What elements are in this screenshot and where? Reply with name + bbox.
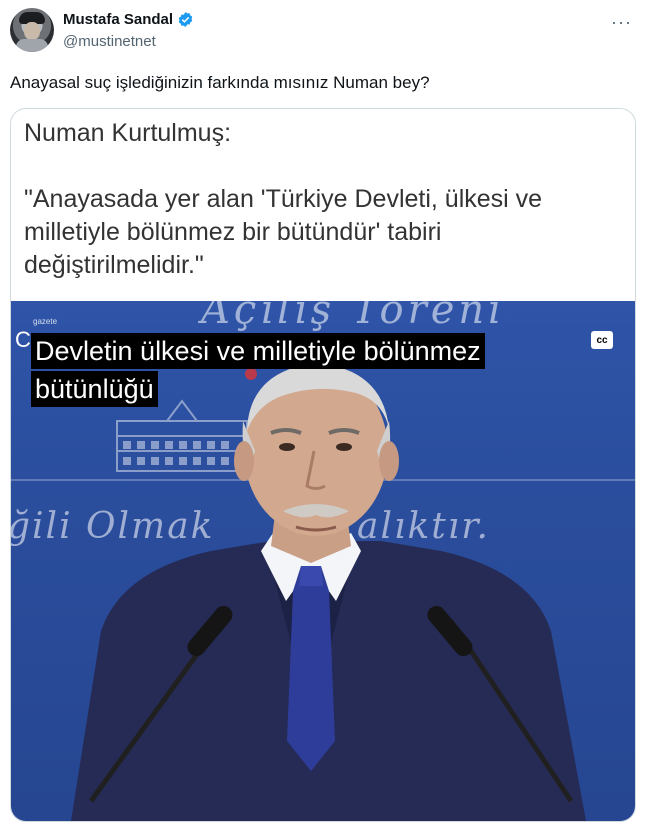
caption-line-1: Devletin ülkesi ve milletiyle bölünmez — [31, 333, 485, 369]
author-name-row: Mustafa Sandal — [63, 11, 194, 28]
avatar[interactable] — [10, 8, 54, 52]
quote-image: Numan Kurtulmuş: "Anayasada yer alan 'Tü… — [11, 109, 635, 301]
caption-line-2: bütünlüğü — [31, 371, 158, 407]
closed-captions-icon[interactable]: cc — [591, 331, 613, 349]
quote-title: Numan Kurtulmuş: — [24, 119, 232, 147]
more-options-icon[interactable]: ··· — [611, 12, 632, 33]
tweet-header: Mustafa Sandal @mustinetnet ··· — [10, 8, 640, 56]
verified-badge-icon — [178, 12, 193, 27]
author-handle[interactable]: @mustinetnet — [63, 33, 156, 50]
quote-body: "Anayasada yer alan 'Türkiye Devleti, ül… — [24, 185, 543, 279]
author-display-name[interactable]: Mustafa Sandal — [63, 11, 173, 28]
video-player[interactable]: Açılış Töreni gazete C ğili Olmak alıktı… — [11, 301, 635, 821]
tweet-text: Anayasal suç işlediğinizin farkında mısı… — [10, 73, 430, 92]
media-card[interactable]: Numan Kurtulmuş: "Anayasada yer alan 'Tü… — [10, 108, 636, 822]
